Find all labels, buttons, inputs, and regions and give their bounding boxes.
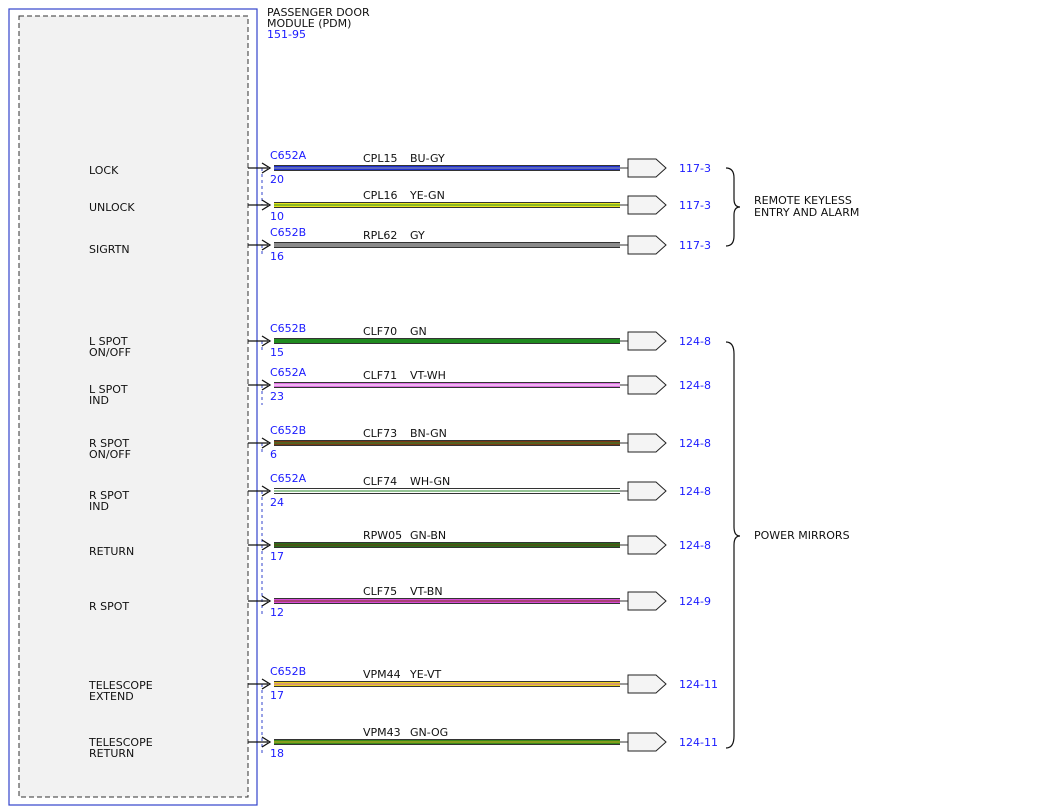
pin-number: 24 bbox=[270, 496, 284, 509]
module-ref-link[interactable]: 151-95 bbox=[267, 28, 306, 41]
circuit-id: CLF70 bbox=[363, 325, 397, 338]
destination-connector-icon bbox=[627, 732, 667, 752]
function-label: ON/OFF bbox=[89, 346, 131, 359]
function-label: RETURN bbox=[89, 747, 134, 760]
destination-link[interactable]: 117-3 bbox=[679, 239, 711, 252]
pin-number: 17 bbox=[270, 550, 284, 563]
pin-number: 12 bbox=[270, 606, 284, 619]
function-label: UNLOCK bbox=[89, 201, 135, 214]
function-label: LOCK bbox=[89, 164, 119, 177]
destination-link[interactable]: 124-8 bbox=[679, 437, 711, 450]
pin-number: 16 bbox=[270, 250, 284, 263]
destination-connector-icon bbox=[627, 591, 667, 611]
destination-connector-icon bbox=[627, 535, 667, 555]
power-mirrors-brace bbox=[725, 341, 741, 749]
wire-color-code: BU-GY bbox=[410, 152, 445, 165]
circuit-id: VPM43 bbox=[363, 726, 401, 739]
wire-color-code: GN-OG bbox=[410, 726, 448, 739]
destination-connector-icon bbox=[627, 195, 667, 215]
function-label: IND bbox=[89, 500, 109, 513]
power-mirrors-label: POWER MIRRORS bbox=[754, 529, 850, 542]
destination-link[interactable]: 124-8 bbox=[679, 485, 711, 498]
function-label: EXTEND bbox=[89, 690, 134, 703]
destination-link[interactable]: 124-11 bbox=[679, 678, 718, 691]
connector-link[interactable]: C652A bbox=[270, 472, 307, 485]
function-label: ON/OFF bbox=[89, 448, 131, 461]
destination-link[interactable]: 124-8 bbox=[679, 335, 711, 348]
circuit-id: RPW05 bbox=[363, 529, 402, 542]
pin-number: 6 bbox=[270, 448, 277, 461]
pin-number: 20 bbox=[270, 173, 284, 186]
wiring-diagram: PASSENGER DOOR MODULE (PDM) 151-95 LOCK 1… bbox=[8, 6, 859, 806]
pin-number: 17 bbox=[270, 689, 284, 702]
circuit-id: CPL16 bbox=[363, 189, 397, 202]
pin-number: 10 bbox=[270, 210, 284, 223]
circuit-id: CLF74 bbox=[363, 475, 397, 488]
destination-link[interactable]: 124-8 bbox=[679, 539, 711, 552]
connector-link[interactable]: C652B bbox=[270, 226, 306, 239]
function-label: SIGRTN bbox=[89, 243, 130, 256]
remote-keyless-label-line2: ENTRY AND ALARM bbox=[754, 206, 859, 219]
circuit-id: CLF75 bbox=[363, 585, 397, 598]
wire-color-code: BN-GN bbox=[410, 427, 447, 440]
wire-color-code: VT-BN bbox=[410, 585, 443, 598]
connector-link[interactable]: C652A bbox=[270, 366, 307, 379]
connector-link[interactable]: C652B bbox=[270, 322, 306, 335]
destination-connector-icon bbox=[627, 375, 667, 395]
pin-number: 18 bbox=[270, 747, 284, 760]
destination-link[interactable]: 124-8 bbox=[679, 379, 711, 392]
destination-link[interactable]: 117-3 bbox=[679, 162, 711, 175]
connector-link[interactable]: C652B bbox=[270, 424, 306, 437]
circuit-id: VPM44 bbox=[363, 668, 401, 681]
destination-link[interactable]: 117-3 bbox=[679, 199, 711, 212]
function-label: R SPOT bbox=[89, 600, 129, 613]
circuit-id: CLF71 bbox=[363, 369, 397, 382]
pin-number: 23 bbox=[270, 390, 284, 403]
connector-link[interactable]: C652B bbox=[270, 665, 306, 678]
destination-connector-icon bbox=[627, 158, 667, 178]
function-label: IND bbox=[89, 394, 109, 407]
wire-color-code: GN-BN bbox=[410, 529, 446, 542]
wire[interactable] bbox=[274, 339, 620, 343]
wire-color-code: GY bbox=[410, 229, 425, 242]
destination-link[interactable]: 124-9 bbox=[679, 595, 711, 608]
wire[interactable] bbox=[274, 243, 620, 247]
pin-number: 15 bbox=[270, 346, 284, 359]
destination-connector-icon bbox=[627, 331, 667, 351]
circuit-id: RPL62 bbox=[363, 229, 397, 242]
circuit-id: CPL15 bbox=[363, 152, 397, 165]
wire-color-code: YE-GN bbox=[409, 189, 445, 202]
wire-color-code: YE-VT bbox=[409, 668, 442, 681]
connector-link[interactable]: C652A bbox=[270, 149, 307, 162]
remote-keyless-brace bbox=[725, 167, 741, 247]
destination-link[interactable]: 124-11 bbox=[679, 736, 718, 749]
destination-connector-icon bbox=[627, 481, 667, 501]
wire-color-code: GN bbox=[410, 325, 427, 338]
circuit-id: CLF73 bbox=[363, 427, 397, 440]
destination-connector-icon bbox=[627, 674, 667, 694]
destination-connector-icon bbox=[627, 235, 667, 255]
wire-color-code: VT-WH bbox=[410, 369, 446, 382]
function-label: RETURN bbox=[89, 545, 134, 558]
wire-color-code: WH-GN bbox=[410, 475, 450, 488]
destination-connector-icon bbox=[627, 433, 667, 453]
